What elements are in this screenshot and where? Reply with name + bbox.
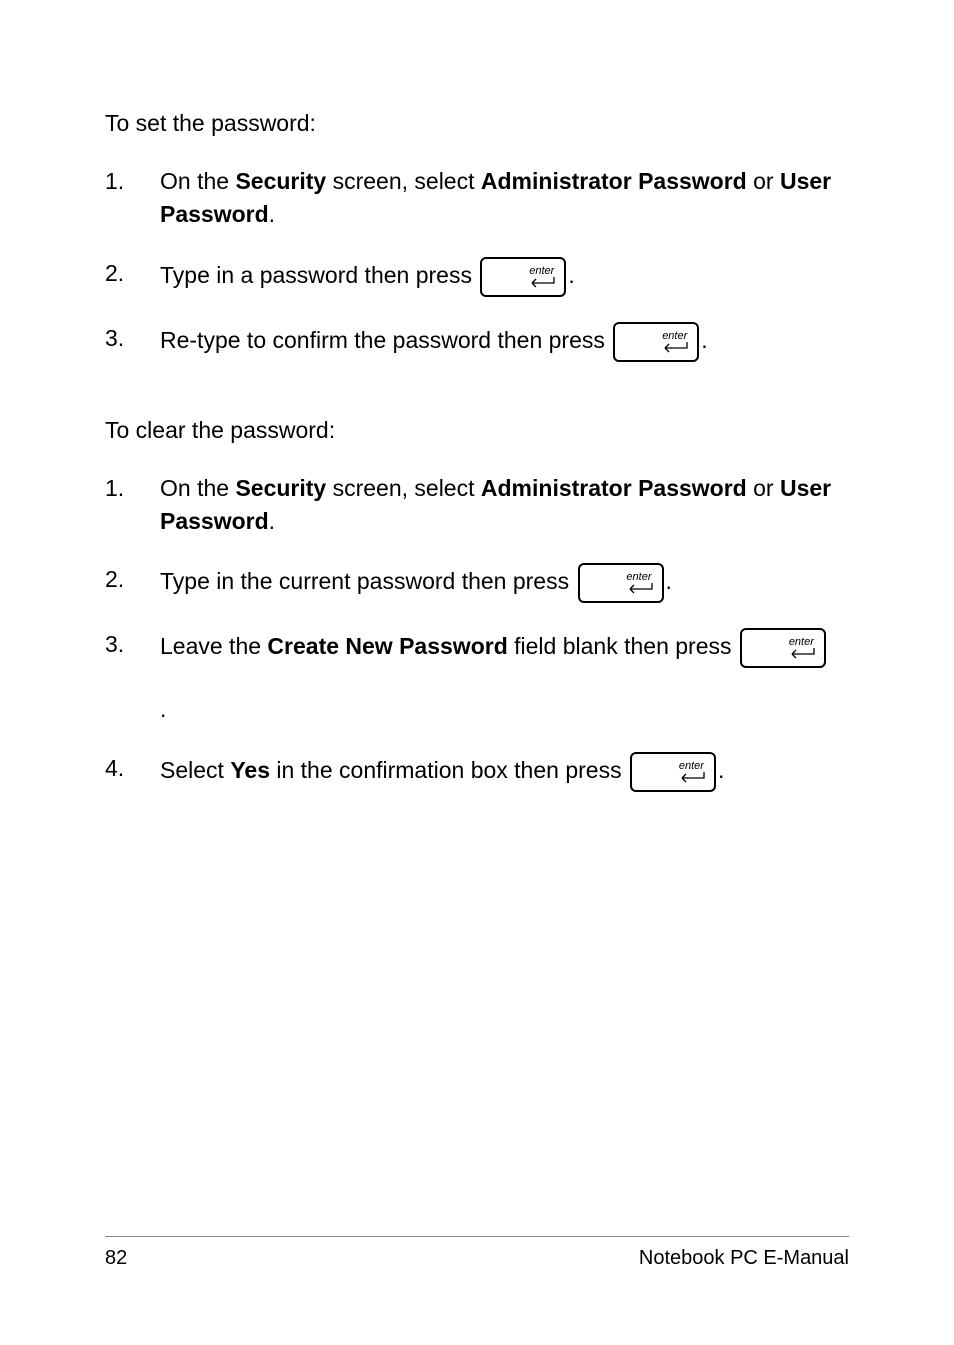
text: . [269,508,275,534]
step-body: Select Yes in the confirmation box then … [160,752,849,792]
text: field blank then press [508,633,738,659]
page-content: To set the password: 1. On the Security … [0,0,954,792]
text: screen, select [326,168,481,194]
bold-text: Create New Password [267,633,507,659]
text: . [568,262,574,288]
step-body: Type in a password then press enter. [160,257,849,297]
bold-text: Yes [230,757,270,783]
text: screen, select [326,475,481,501]
step-body: Leave the Create New Password field blan… [160,628,849,726]
enter-key-icon: enter [630,752,716,792]
step-body: Re-type to confirm the password then pre… [160,322,849,362]
page-footer: 82 Notebook PC E-Manual [105,1236,849,1270]
list-item: 2. Type in a password then press enter. [105,257,849,297]
text: On the [160,475,235,501]
text: or [747,168,780,194]
bold-text: Administrator Password [481,168,747,194]
page-number: 82 [105,1247,127,1270]
enter-key-icon: enter [480,257,566,297]
list-item: 1. On the Security screen, select Admini… [105,472,849,539]
text: . [269,201,275,227]
text: . [701,327,707,353]
step-number: 3. [105,322,160,355]
step-body: On the Security screen, select Administr… [160,472,849,539]
text: Select [160,757,230,783]
enter-arrow-icon [660,342,688,354]
clear-password-intro: To clear the password: [105,417,849,444]
enter-key-icon: enter [740,628,826,668]
step-body: Type in the current password then press … [160,563,849,603]
enter-arrow-icon [527,277,555,289]
list-item: 2. Type in the current password then pre… [105,563,849,603]
bold-text: Security [235,475,326,501]
enter-arrow-icon [677,772,705,784]
text: . [666,568,672,594]
footer-title: Notebook PC E-Manual [639,1247,849,1270]
list-item: 4. Select Yes in the confirmation box th… [105,752,849,792]
enter-key-icon: enter [613,322,699,362]
text: . [718,757,724,783]
set-password-steps: 1. On the Security screen, select Admini… [105,165,849,362]
text: On the [160,168,235,194]
text: Type in a password then press [160,262,478,288]
clear-password-steps: 1. On the Security screen, select Admini… [105,472,849,792]
step-body: On the Security screen, select Administr… [160,165,849,232]
enter-key-icon: enter [578,563,664,603]
text: Re-type to confirm the password then pre… [160,327,611,353]
list-item: 3. Leave the Create New Password field b… [105,628,849,726]
text: . [160,696,166,722]
step-number: 1. [105,472,160,505]
text: or [747,475,780,501]
step-number: 3. [105,628,160,661]
list-item: 1. On the Security screen, select Admini… [105,165,849,232]
text: Leave the [160,633,267,659]
text: Type in the current password then press [160,568,576,594]
list-item: 3. Re-type to confirm the password then … [105,322,849,362]
enter-arrow-icon [787,648,815,660]
step-number: 2. [105,563,160,596]
enter-arrow-icon [625,583,653,595]
bold-text: Security [235,168,326,194]
step-number: 2. [105,257,160,290]
set-password-intro: To set the password: [105,110,849,137]
bold-text: Administrator Password [481,475,747,501]
step-number: 4. [105,752,160,785]
text: in the confirmation box then press [270,757,628,783]
step-number: 1. [105,165,160,198]
